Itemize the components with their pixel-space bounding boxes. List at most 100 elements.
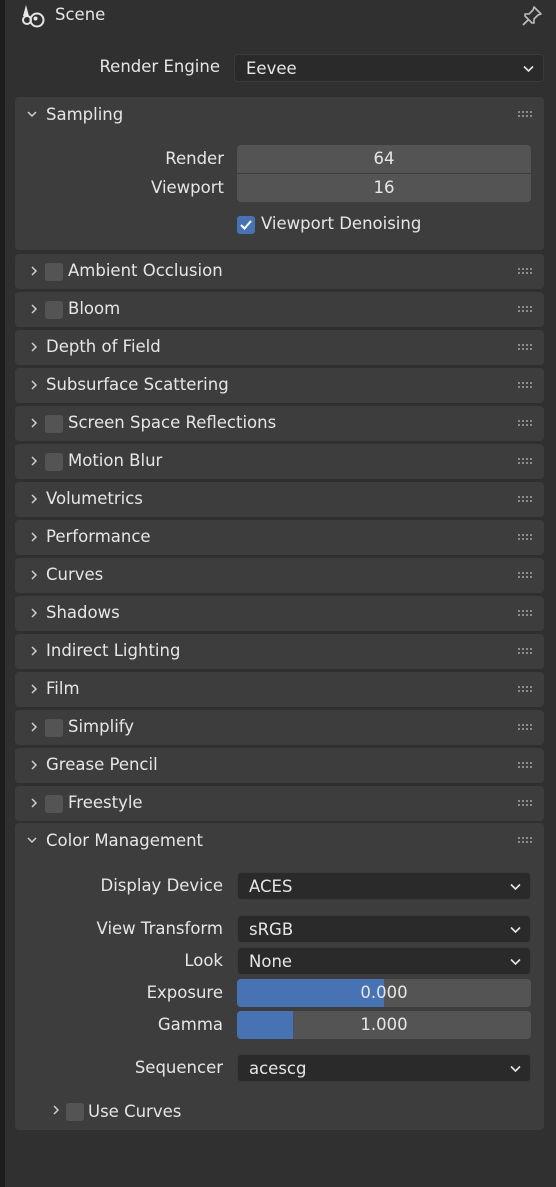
render-samples-field[interactable]: 64	[237, 145, 531, 173]
exposure-label: Exposure	[146, 983, 223, 1002]
chevron-down-icon	[523, 65, 534, 73]
look-dropdown[interactable]: None	[237, 947, 531, 975]
drag-handle-icon[interactable]	[518, 648, 532, 655]
simplify-title: Simplify	[68, 717, 135, 736]
chevron-right-icon	[31, 608, 38, 618]
simplify-panel[interactable]: Simplify	[15, 710, 544, 745]
chevron-down-icon	[27, 111, 37, 118]
gamma-value: 1.000	[360, 1015, 408, 1034]
freestyle-checkbox[interactable]	[45, 795, 63, 813]
chevron-down-icon	[510, 1065, 521, 1073]
use-curves-subpanel-header[interactable]: Use Curves	[45, 1097, 345, 1127]
chevron-right-icon	[53, 1105, 60, 1115]
curves-title: Curves	[46, 565, 104, 584]
motion-blur-checkbox[interactable]	[45, 453, 63, 471]
film-panel[interactable]: Film	[15, 672, 544, 707]
sampling-title: Sampling	[46, 105, 124, 124]
drag-handle-icon[interactable]	[518, 111, 532, 118]
indirect-lighting-title: Indirect Lighting	[46, 641, 181, 660]
checkmark-icon	[240, 220, 252, 230]
volumetrics-panel[interactable]: Volumetrics	[15, 482, 544, 517]
indirect-lighting-panel[interactable]: Indirect Lighting	[15, 634, 544, 669]
color-management-panel: Color Management Display Device ACES Vie…	[15, 823, 544, 1130]
drag-handle-icon[interactable]	[518, 382, 532, 389]
use-curves-checkbox[interactable]	[66, 1103, 84, 1121]
drag-handle-icon[interactable]	[518, 686, 532, 693]
motion-blur-title: Motion Blur	[68, 451, 163, 470]
view-transform-value: sRGB	[249, 920, 294, 939]
grease-pencil-panel[interactable]: Grease Pencil	[15, 748, 544, 783]
ambient-occlusion-checkbox[interactable]	[45, 263, 63, 281]
bloom-checkbox[interactable]	[45, 301, 63, 319]
chevron-right-icon	[31, 798, 38, 808]
grease-pencil-title: Grease Pencil	[46, 755, 158, 774]
chevron-right-icon	[31, 418, 38, 428]
look-value: None	[249, 952, 293, 971]
drag-handle-icon[interactable]	[518, 268, 532, 275]
freestyle-panel[interactable]: Freestyle	[15, 786, 544, 821]
shadows-title: Shadows	[46, 603, 120, 622]
screen-space-reflections-checkbox[interactable]	[45, 415, 63, 433]
render-engine-label: Render Engine	[99, 57, 220, 76]
shadows-panel[interactable]: Shadows	[15, 596, 544, 631]
chevron-right-icon	[31, 760, 38, 770]
sequencer-label: Sequencer	[134, 1058, 223, 1077]
display-device-value: ACES	[249, 877, 293, 896]
render-samples-label: Render	[165, 149, 224, 168]
screen-space-reflections-panel[interactable]: Screen Space Reflections	[15, 406, 544, 441]
sampling-panel: Sampling Render 64 Viewport 16 Viewport …	[15, 97, 544, 250]
bloom-title: Bloom	[68, 299, 121, 318]
chevron-right-icon	[31, 684, 38, 694]
curves-panel[interactable]: Curves	[15, 558, 544, 593]
drag-handle-icon[interactable]	[518, 458, 532, 465]
drag-handle-icon[interactable]	[518, 724, 532, 731]
chevron-right-icon	[31, 646, 38, 656]
sequencer-value: acescg	[249, 1059, 307, 1078]
drag-handle-icon[interactable]	[518, 610, 532, 617]
display-device-dropdown[interactable]: ACES	[237, 872, 531, 900]
chevron-right-icon	[31, 494, 38, 504]
use-curves-label: Use Curves	[88, 1102, 182, 1121]
performance-title: Performance	[46, 527, 151, 546]
viewport-denoising-checkbox[interactable]	[237, 216, 255, 234]
performance-panel[interactable]: Performance	[15, 520, 544, 555]
chevron-right-icon	[31, 456, 38, 466]
drag-handle-icon[interactable]	[518, 837, 532, 844]
gamma-slider[interactable]: 1.000	[237, 1011, 531, 1039]
drag-handle-icon[interactable]	[518, 572, 532, 579]
exposure-slider[interactable]: 0.000	[237, 979, 531, 1007]
drag-handle-icon[interactable]	[518, 496, 532, 503]
exposure-value: 0.000	[360, 983, 408, 1002]
motion-blur-panel[interactable]: Motion Blur	[15, 444, 544, 479]
sequencer-dropdown[interactable]: acescg	[237, 1054, 531, 1082]
scene-icon	[22, 5, 45, 28]
chevron-down-icon	[510, 883, 521, 891]
volumetrics-title: Volumetrics	[46, 489, 143, 508]
subsurface-scattering-panel[interactable]: Subsurface Scattering	[15, 368, 544, 403]
simplify-checkbox[interactable]	[45, 719, 63, 737]
ambient-occlusion-panel[interactable]: Ambient Occlusion	[15, 254, 544, 289]
viewport-samples-field[interactable]: 16	[237, 174, 531, 202]
drag-handle-icon[interactable]	[518, 306, 532, 313]
film-title: Film	[46, 679, 80, 698]
bloom-panel[interactable]: Bloom	[15, 292, 544, 327]
chevron-right-icon	[31, 304, 38, 314]
gamma-label: Gamma	[157, 1015, 223, 1034]
freestyle-title: Freestyle	[68, 793, 143, 812]
display-device-label: Display Device	[100, 876, 224, 895]
chevron-down-icon	[510, 926, 521, 934]
depth-of-field-panel[interactable]: Depth of Field	[15, 330, 544, 365]
drag-handle-icon[interactable]	[518, 800, 532, 807]
drag-handle-icon[interactable]	[518, 344, 532, 351]
drag-handle-icon[interactable]	[518, 420, 532, 427]
render-engine-dropdown[interactable]: Eevee	[234, 54, 544, 82]
drag-handle-icon[interactable]	[518, 534, 532, 541]
view-transform-dropdown[interactable]: sRGB	[237, 915, 531, 943]
view-transform-label: View Transform	[96, 919, 223, 938]
color-management-panel-header[interactable]: Color Management	[15, 823, 544, 859]
pin-icon[interactable]	[520, 4, 544, 28]
chevron-right-icon	[31, 532, 38, 542]
look-label: Look	[184, 951, 223, 970]
sampling-panel-header[interactable]: Sampling	[15, 97, 544, 133]
drag-handle-icon[interactable]	[518, 762, 532, 769]
